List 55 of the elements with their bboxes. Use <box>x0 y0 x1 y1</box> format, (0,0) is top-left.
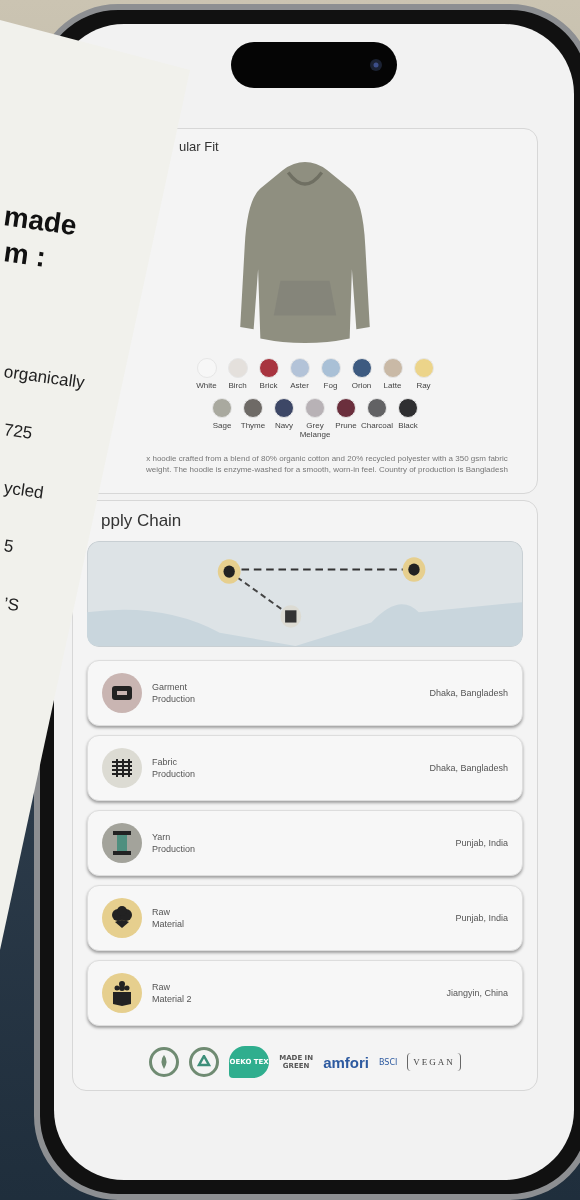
color-swatch[interactable] <box>274 398 294 418</box>
swatch-label: Birch <box>228 381 247 390</box>
supply-chain-title: pply Chain <box>100 511 183 531</box>
color-swatch[interactable] <box>305 398 325 418</box>
color-swatch[interactable] <box>398 398 418 418</box>
swatch-label: Charcoal <box>361 421 393 430</box>
color-swatch[interactable] <box>382 358 403 378</box>
spool-icon <box>113 831 131 855</box>
swatch-label: Sage <box>212 421 232 430</box>
swatch-label: Grey Melange <box>299 421 331 439</box>
paper-text: 725 <box>2 420 34 444</box>
swatch-label: Brick <box>259 381 278 390</box>
color-swatch[interactable] <box>289 358 310 378</box>
color-swatch[interactable] <box>243 398 263 418</box>
stage-label: Yarn Production <box>152 831 197 855</box>
fabric-grid-icon <box>112 759 132 777</box>
stage-location: Dhaka, Bangladesh <box>429 688 508 698</box>
swatch-label: Fog <box>323 381 338 390</box>
paper-text: ycled <box>2 478 45 504</box>
bsci-logo: BSCI <box>379 1057 398 1067</box>
amfori-logo: amfori <box>323 1053 369 1071</box>
paper-text: organically <box>2 362 86 394</box>
stage-label: Garment Production <box>152 681 197 705</box>
sewing-machine-icon <box>111 684 133 702</box>
paper-text: ’S <box>2 594 21 616</box>
product-title: ular Fit <box>178 139 220 154</box>
swatch-label: Navy <box>274 421 294 430</box>
color-swatch[interactable] <box>258 358 279 378</box>
vegan-logo: VEGAN <box>407 1053 461 1071</box>
stage-location: Dhaka, Bangladesh <box>429 763 508 773</box>
stage-label: Fabric Production <box>152 756 197 780</box>
swatch-label: Prune <box>335 421 357 430</box>
swatch-label: Orion <box>351 381 372 390</box>
stage-label: Raw Material 2 <box>152 981 193 1005</box>
stage-location: Punjab, India <box>455 838 508 848</box>
swatch-label: Aster <box>290 381 309 390</box>
color-swatch[interactable] <box>413 358 434 378</box>
color-swatch[interactable] <box>351 358 372 378</box>
color-swatch[interactable] <box>320 358 341 378</box>
stage-location: Jiangyin, China <box>446 988 508 998</box>
color-swatch[interactable] <box>227 358 248 378</box>
stage-label: Raw Material <box>152 906 185 930</box>
swatch-label: Thyme <box>240 421 266 430</box>
color-swatch[interactable] <box>336 398 356 418</box>
product-description: x hoodie crafted from a blend of 80% organic cotton and 20% recycled polyester with a 350 gsm fabric weight. The hoodie is enzyme-washed for a smooth, worn-in feel. Country of production is Bangladesh <box>145 453 509 475</box>
paper-text: 5 <box>2 536 15 558</box>
camera-lens-icon <box>369 58 383 72</box>
swatch-label: Ray <box>416 381 431 390</box>
swatch-label: White <box>196 381 217 390</box>
swatch-label: Latte <box>383 381 402 390</box>
stage-location: Punjab, India <box>455 913 508 923</box>
color-swatch[interactable] <box>212 398 232 418</box>
color-swatch[interactable] <box>367 398 387 418</box>
supply-stage-card[interactable]: Raw Material 2 Jiangyin, China <box>87 960 523 1026</box>
swatch-label: Black <box>398 421 418 430</box>
